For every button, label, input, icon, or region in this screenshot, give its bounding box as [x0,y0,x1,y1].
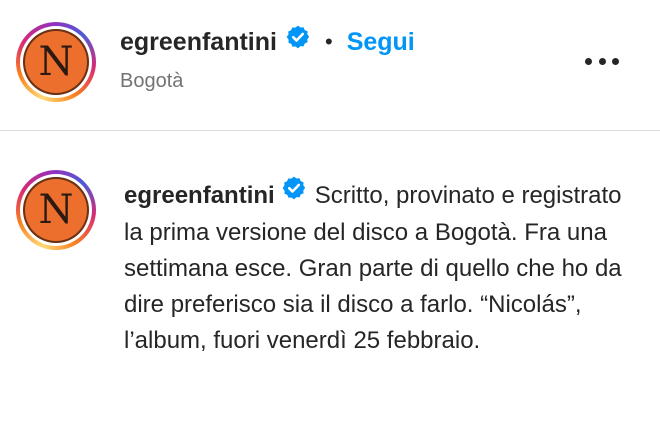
avatar-letter: N [23,29,89,95]
verified-badge-icon [285,24,311,59]
caption-avatar[interactable]: N [16,170,96,250]
verified-badge-icon [281,175,307,212]
divider [0,130,660,131]
caption-username[interactable]: egreenfantini [124,182,275,209]
post-location[interactable]: Bogotà [120,70,183,93]
more-options-icon[interactable] [585,56,619,66]
header-identity-row: egreenfantini • Segui [120,24,415,59]
separator-dot: • [324,28,333,54]
avatar-letter: N [23,177,89,243]
author-username[interactable]: egreenfantini [120,25,277,59]
post-caption: egreenfantini Scritto, provinato e regis… [124,175,644,359]
post-header: N egreenfantini • Segui Bogotà [0,0,660,130]
follow-button[interactable]: Segui [347,25,415,59]
author-avatar[interactable]: N [16,22,96,102]
